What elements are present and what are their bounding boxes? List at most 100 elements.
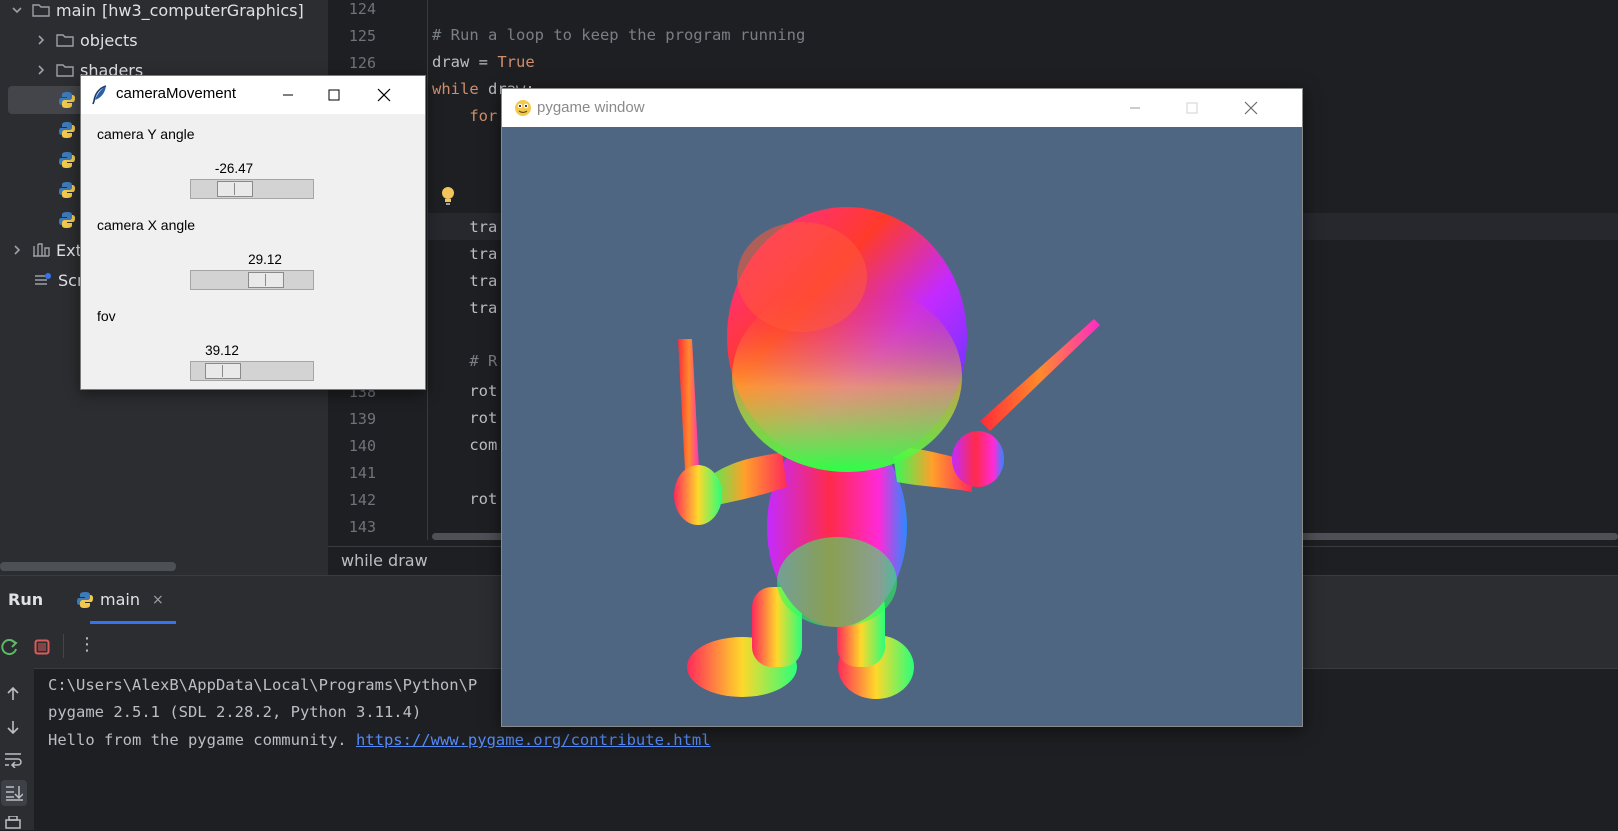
tree-folder-objects[interactable]: objects bbox=[34, 26, 138, 54]
pygame-window: pygame window bbox=[501, 88, 1303, 727]
tree-external-libraries[interactable]: Ext bbox=[10, 236, 82, 264]
camera-y-angle-slider[interactable] bbox=[190, 179, 314, 199]
tree-scratches[interactable]: Scr bbox=[34, 266, 84, 294]
library-icon bbox=[33, 243, 50, 257]
code-line: com bbox=[432, 436, 498, 454]
code-line: tra bbox=[432, 218, 498, 236]
scratches-icon bbox=[35, 273, 51, 285]
python-file-icon[interactable] bbox=[58, 91, 76, 109]
breadcrumb[interactable]: while draw bbox=[341, 551, 428, 570]
chevron-right-icon[interactable] bbox=[34, 63, 48, 77]
tree-root-main[interactable]: main [hw3_computerGraphics] bbox=[10, 0, 304, 24]
camera-x-angle-slider[interactable] bbox=[190, 270, 314, 290]
pygame-snake-icon bbox=[515, 100, 531, 116]
python-file-icon[interactable] bbox=[58, 121, 76, 139]
slider-label: fov bbox=[97, 308, 116, 324]
code-comment: # Run a loop to keep the program running bbox=[432, 26, 806, 44]
maximize-icon bbox=[1186, 102, 1198, 114]
minimize-button[interactable] bbox=[265, 76, 311, 114]
minimize-button[interactable] bbox=[1112, 89, 1158, 127]
folder-icon bbox=[56, 64, 74, 77]
slider-label: camera X angle bbox=[97, 217, 196, 233]
stop-icon[interactable] bbox=[34, 639, 50, 655]
python-run-icon bbox=[77, 591, 93, 608]
camera-movement-window: cameraMovement camera Y angle -26.47 cam… bbox=[80, 75, 426, 390]
slider-thumb[interactable] bbox=[248, 272, 284, 288]
window-title: pygame window bbox=[537, 99, 645, 116]
window-titlebar[interactable]: cameraMovement bbox=[81, 76, 425, 114]
line-number: 126 bbox=[348, 54, 376, 72]
maximize-icon bbox=[328, 89, 340, 101]
code-comment: # R bbox=[432, 352, 498, 370]
code-line: draw = True bbox=[432, 53, 535, 71]
run-panel-title: Run bbox=[8, 590, 44, 609]
project-horizontal-scrollbar[interactable] bbox=[0, 562, 176, 571]
print-icon[interactable] bbox=[4, 816, 22, 830]
close-icon bbox=[377, 88, 391, 102]
line-number: 142 bbox=[348, 491, 376, 509]
python-file-icon[interactable] bbox=[58, 181, 76, 199]
minimize-icon bbox=[1130, 107, 1140, 109]
more-options-icon[interactable]: ⋮ bbox=[78, 634, 96, 655]
folder-icon bbox=[56, 34, 74, 47]
render-canvas[interactable] bbox=[502, 127, 1302, 726]
line-number: 141 bbox=[348, 464, 376, 482]
slider-label: camera Y angle bbox=[97, 126, 195, 142]
arrow-up-icon[interactable] bbox=[5, 686, 21, 702]
console-line: pygame 2.5.1 (SDL 2.28.2, Python 3.11.4) bbox=[48, 703, 422, 721]
rainbow-character-render bbox=[674, 207, 1100, 699]
rerun-icon[interactable] bbox=[0, 637, 20, 657]
window-titlebar[interactable]: pygame window bbox=[502, 89, 1302, 127]
window-title: cameraMovement bbox=[116, 85, 237, 102]
slider-thumb[interactable] bbox=[217, 181, 253, 197]
tree-root-label: main bbox=[56, 0, 96, 20]
tab-close-icon[interactable]: × bbox=[152, 592, 164, 608]
tab-main[interactable]: main bbox=[76, 590, 140, 609]
code-keyword: while bbox=[432, 80, 479, 98]
line-number: 124 bbox=[348, 0, 376, 18]
lightbulb-icon[interactable] bbox=[441, 186, 455, 206]
soft-wrap-icon[interactable] bbox=[4, 752, 22, 768]
console-line: C:\Users\AlexB\AppData\Local\Programs\Py… bbox=[48, 676, 478, 694]
code-line: rot bbox=[432, 382, 498, 400]
scroll-to-end-button[interactable] bbox=[1, 780, 27, 806]
minimize-icon bbox=[283, 94, 293, 96]
python-file-icon[interactable] bbox=[58, 211, 76, 229]
feather-icon bbox=[92, 85, 107, 105]
code-keyword: True bbox=[497, 53, 535, 71]
close-button[interactable] bbox=[361, 76, 407, 114]
code-line: tra bbox=[432, 272, 498, 290]
tab-main-label: main bbox=[100, 590, 140, 609]
line-number: 143 bbox=[348, 518, 376, 536]
folder-icon bbox=[32, 4, 50, 17]
code-line: rot bbox=[432, 490, 498, 508]
slider-thumb[interactable] bbox=[205, 363, 241, 379]
maximize-button[interactable] bbox=[311, 76, 357, 114]
arrow-down-icon[interactable] bbox=[5, 719, 21, 735]
code-text: draw = bbox=[432, 53, 498, 71]
contribute-link[interactable]: https://www.pygame.org/contribute.html bbox=[356, 731, 711, 749]
slider-value: 39.12 bbox=[205, 343, 239, 358]
tree-root-module: [hw3_computerGraphics] bbox=[101, 0, 304, 20]
slider-value: 29.12 bbox=[248, 252, 282, 267]
line-number: 125 bbox=[348, 27, 376, 45]
scroll-to-end-icon bbox=[6, 786, 23, 801]
line-number: 139 bbox=[348, 410, 376, 428]
line-number: 140 bbox=[348, 437, 376, 455]
toolbar-separator bbox=[63, 634, 64, 658]
maximize-button[interactable] bbox=[1169, 89, 1215, 127]
chevron-down-icon[interactable] bbox=[10, 3, 24, 17]
close-button[interactable] bbox=[1228, 89, 1274, 127]
console-line: Hello from the pygame community. https:/… bbox=[48, 731, 711, 749]
fov-slider[interactable] bbox=[190, 361, 314, 381]
code-line: rot bbox=[432, 409, 498, 427]
slider-value: -26.47 bbox=[214, 161, 254, 176]
code-line: tra bbox=[432, 245, 498, 263]
python-file-icon[interactable] bbox=[58, 151, 76, 169]
console-text: Hello from the pygame community. bbox=[48, 731, 356, 749]
chevron-right-icon[interactable] bbox=[34, 33, 48, 47]
chevron-right-icon[interactable] bbox=[10, 243, 24, 257]
tree-item-label: Ext bbox=[56, 240, 82, 260]
code-line: for bbox=[432, 107, 498, 125]
code-line: tra bbox=[432, 299, 498, 317]
